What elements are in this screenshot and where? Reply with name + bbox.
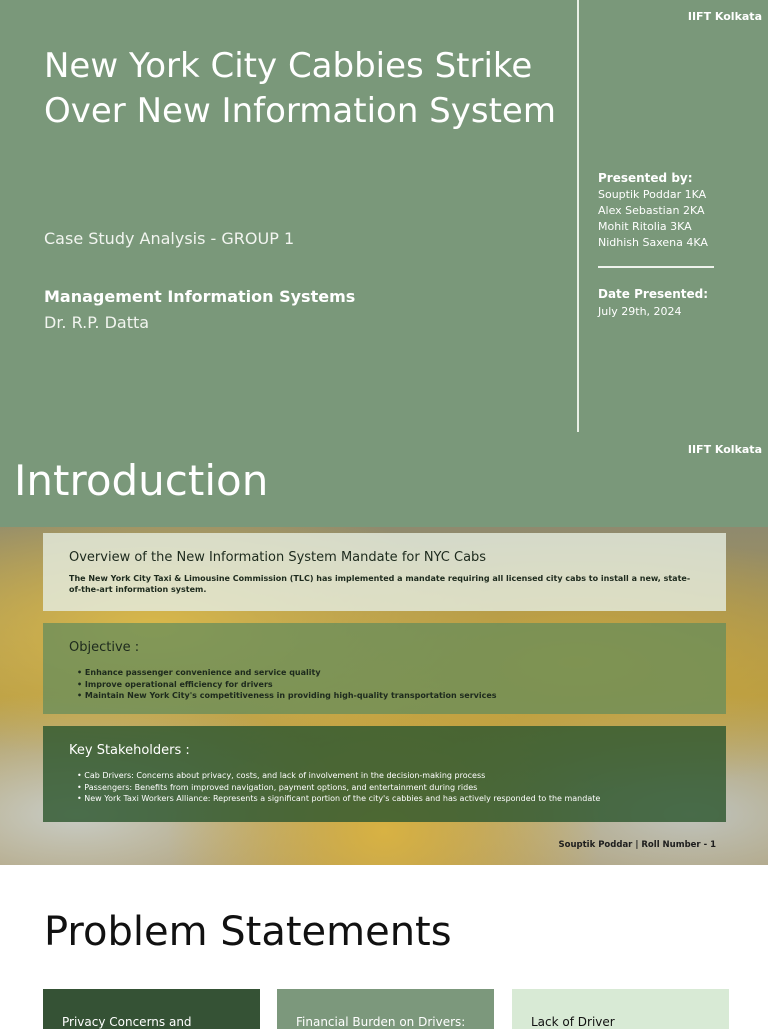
professor-name: Dr. R.P. Datta [44,313,150,332]
presenter: Alex Sebastian 2KA [598,204,705,217]
slide-title: Problem Statements [44,909,452,955]
problem-card: Financial Burden on Drivers: [277,989,494,1029]
date-label: Date Presented: [598,287,709,301]
presenter: Nidhish Saxena 4KA [598,236,708,249]
date-value: July 29th, 2024 [598,305,682,318]
stakeholders-box: Key Stakeholders : Cab Drivers: Concerns… [43,726,726,822]
list-item: Enhance passenger convenience and servic… [77,667,700,679]
subtitle: Case Study Analysis - GROUP 1 [44,229,295,248]
institution-tag: IIFT Kolkata [687,10,762,23]
list-item: New York Taxi Workers Alliance: Represen… [77,793,700,805]
course-name: Management Information Systems [44,287,356,306]
title-slide: IIFT Kolkata New York City Cabbies Strik… [0,0,768,432]
objective-heading: Objective : [69,640,140,655]
problem-card: Privacy Concerns and [43,989,260,1029]
overview-heading: Overview of the New Information System M… [69,550,487,565]
presentation-title: New York City Cabbies Strike Over New In… [44,46,556,131]
problem-statements-slide: Problem Statements Privacy Concerns and … [0,865,768,1029]
list-item: Improve operational efficiency for drive… [77,679,700,691]
list-item: Maintain New York City's competitiveness… [77,690,700,702]
stakeholders-heading: Key Stakeholders : [69,743,190,758]
slide-title: Introduction [14,456,269,505]
divider [598,266,714,268]
institution-tag: IIFT Kolkata [687,443,762,456]
introduction-slide: IIFT Kolkata Introduction Overview of th… [0,432,768,865]
list-item: Cab Drivers: Concerns about privacy, cos… [77,770,700,782]
presenters-block: Presented by: Souptik Poddar 1KA Alex Se… [598,170,708,251]
date-block: Date Presented: July 29th, 2024 [598,286,708,320]
vertical-divider [577,0,579,432]
slide-footer: Souptik Poddar | Roll Number - 1 [558,840,716,850]
presenter: Mohit Ritolia 3KA [598,220,692,233]
overview-box: Overview of the New Information System M… [43,533,726,611]
taxi-background-image: Overview of the New Information System M… [0,527,768,865]
list-item: Passengers: Benefits from improved navig… [77,782,700,794]
objective-box: Objective : Enhance passenger convenienc… [43,623,726,714]
presenter: Souptik Poddar 1KA [598,188,707,201]
presented-by-label: Presented by: [598,171,693,185]
overview-text: The New York City Taxi & Limousine Commi… [69,574,691,594]
problem-card: Lack of Driver [512,989,729,1029]
